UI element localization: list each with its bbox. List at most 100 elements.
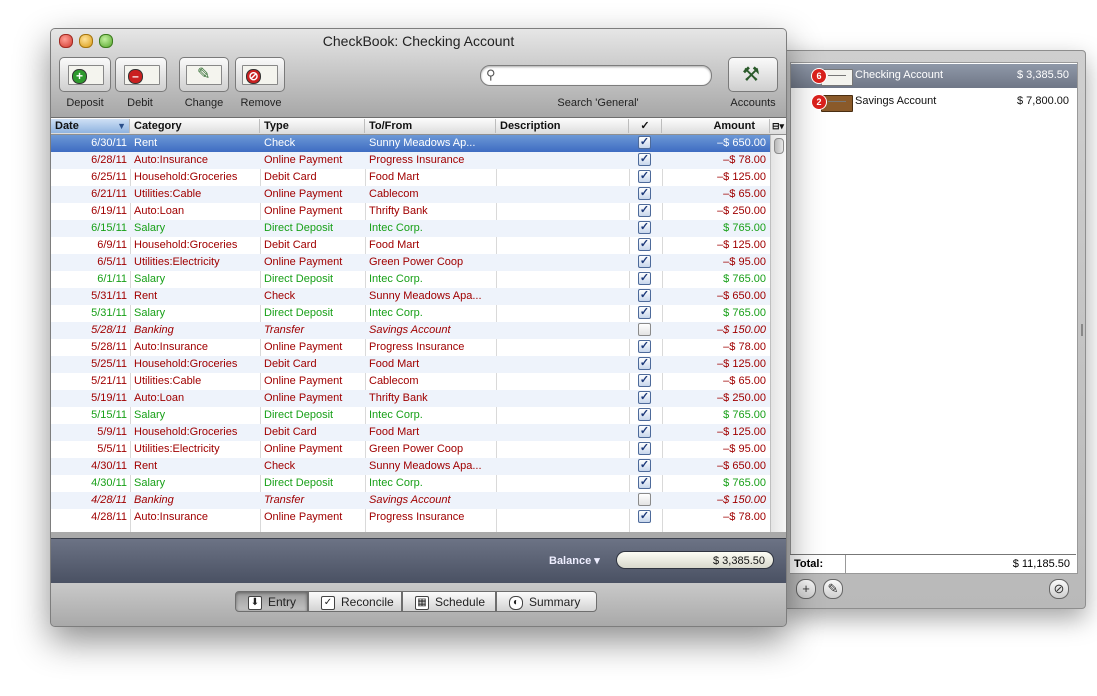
edit-account-button[interactable]: ✎ [823,579,843,599]
column-header-date[interactable]: Date ▼ [51,119,130,133]
cell-category: Auto:Insurance [134,511,208,523]
table-row[interactable]: 5/28/11 Auto:Insurance Online Payment Progr… [51,339,770,356]
balance-value: $ 3,385.50 [616,551,774,569]
cleared-checkbox[interactable]: ✓ [638,459,651,472]
cell-type: Online Payment [264,256,343,268]
table-row[interactable]: 5/15/11 Salary Direct Deposit Intec Corp. ✓ $… [51,407,770,424]
tab-reconcile[interactable]: ✓ Reconcile [308,591,402,612]
table-row[interactable]: 5/21/11 Utilities:Cable Online Payment Cabl… [51,373,770,390]
cleared-checkbox[interactable]: ✓ [638,340,651,353]
cell-description [501,511,625,526]
column-header-to-from[interactable]: To/From [365,119,496,133]
drawer-resize-handle[interactable] [1081,324,1083,336]
table-row[interactable]: 6/1/11 Salary Direct Deposit Intec Corp. ✓ $ … [51,271,770,288]
table-row[interactable]: 4/30/11 Rent Check Sunny Meadows Apa... ✓ –$ … [51,458,770,475]
tab-schedule[interactable]: ▦ Schedule [402,591,496,612]
search-field[interactable]: ⚲ [480,65,712,86]
cell-to-from: Green Power Coop [369,443,464,455]
cell-date: 6/9/11 [97,239,127,251]
tab-summary[interactable]: ◐ Summary [496,591,597,612]
cleared-checkbox[interactable]: ✓ [638,476,651,489]
add-account-button[interactable]: + [796,579,816,599]
cell-category: Banking [134,324,174,336]
cell-amount: –$ 650.00 [717,137,766,149]
column-options-icon[interactable]: ⊟▾ [770,119,786,133]
tab-entry[interactable]: ⬇ Entry [235,591,308,612]
table-row[interactable]: 6/5/11 Utilities:Electricity Online Paymen… [51,254,770,271]
cleared-checkbox[interactable]: ✓ [638,272,651,285]
cleared-checkbox[interactable]: ✓ [638,510,651,523]
cleared-checkbox[interactable]: ✓ [638,391,651,404]
delete-account-button[interactable]: ⊘ [1049,579,1069,599]
cell-to-from: Savings Account [369,324,451,336]
remove-button[interactable]: ⊘ [235,57,285,92]
deposit-button[interactable]: + [59,57,111,92]
cell-type: Direct Deposit [264,477,334,489]
cleared-checkbox[interactable]: ✓ [638,238,651,251]
vertical-scrollbar[interactable] [770,135,786,532]
table-row[interactable]: 5/31/11 Rent Check Sunny Meadows Apa... ✓ –$ … [51,288,770,305]
table-row[interactable]: 6/9/11 Household:Groceries Debit Card Food … [51,237,770,254]
cleared-checkbox[interactable]: ✓ [638,323,651,336]
cleared-checkbox[interactable]: ✓ [638,306,651,319]
table-row[interactable]: 5/5/11 Utilities:Electricity Online Paymen… [51,441,770,458]
accounts-button[interactable]: ⚒ [728,57,778,92]
table-row[interactable]: 4/30/11 Salary Direct Deposit Intec Corp. ✓ $… [51,475,770,492]
table-row[interactable]: 5/28/11 Banking Transfer Savings Account ✓ –$… [51,322,770,339]
table-row[interactable]: 5/25/11 Household:Groceries Debit Card Food… [51,356,770,373]
table-row[interactable]: 4/28/11 Auto:Insurance Online Payment Progr… [51,509,770,526]
account-row-checking[interactable]: 6 Checking Account $ 3,385.50 [791,64,1077,88]
cell-type: Debit Card [264,358,317,370]
table-row[interactable]: 5/31/11 Salary Direct Deposit Intec Corp. ✓ $… [51,305,770,322]
cleared-checkbox[interactable]: ✓ [638,442,651,455]
cleared-checkbox[interactable]: ✓ [638,374,651,387]
cleared-checkbox[interactable]: ✓ [638,289,651,302]
table-row[interactable]: 6/25/11 Household:Groceries Debit Card Food… [51,169,770,186]
column-header-label: To/From [369,120,413,132]
table-row[interactable]: 6/15/11 Salary Direct Deposit Intec Corp. ✓ $… [51,220,770,237]
cleared-checkbox[interactable]: ✓ [638,136,651,149]
accounts-drawer: 6 Checking Account $ 3,385.50 2 Savings … [783,50,1086,609]
total-label: Total: [794,558,824,570]
cleared-checkbox[interactable]: ✓ [638,357,651,370]
cell-amount: –$ 650.00 [717,460,766,472]
search-input[interactable] [505,68,707,84]
cleared-checkbox[interactable]: ✓ [638,408,651,421]
account-amount: $ 3,385.50 [1017,69,1069,81]
cell-description [501,171,625,186]
table-row[interactable]: 6/19/11 Auto:Loan Online Payment Thrifty Ba… [51,203,770,220]
cleared-checkbox[interactable]: ✓ [638,153,651,166]
column-header-cleared[interactable]: ✓ [629,119,662,133]
table-row[interactable]: 6/30/11 Rent Check Sunny Meadows Ap... ✓ –$ 6… [51,135,770,152]
debit-button[interactable]: – [115,57,167,92]
cleared-checkbox[interactable]: ✓ [638,221,651,234]
cleared-cell: ✓ [638,306,652,321]
cell-category: Salary [134,409,166,421]
column-header-type[interactable]: Type [260,119,365,133]
column-header-amount[interactable]: Amount [662,119,770,133]
cell-category: Utilities:Electricity [134,443,220,455]
table-row[interactable]: 4/28/11 Banking Transfer Savings Account ✓ –$… [51,492,770,509]
column-header-label: Description [500,120,561,132]
cell-type: Online Payment [264,205,343,217]
cleared-checkbox[interactable]: ✓ [638,493,651,506]
column-header-category[interactable]: Category [130,119,260,133]
cell-amount: –$ 250.00 [717,205,766,217]
cell-date: 5/21/11 [91,375,127,387]
table-row[interactable]: 5/19/11 Auto:Loan Online Payment Thrifty Ba… [51,390,770,407]
scrollbar-knob[interactable] [774,138,784,154]
cell-amount: –$ 78.00 [723,341,766,353]
table-row[interactable]: 6/28/11 Auto:Insurance Online Payment Progr… [51,152,770,169]
table-row[interactable]: 5/9/11 Household:Groceries Debit Card Food … [51,424,770,441]
table-row[interactable]: 6/21/11 Utilities:Cable Online Payment Cabl… [51,186,770,203]
balance-menu[interactable]: Balance ▾ [549,554,600,567]
cleared-checkbox[interactable]: ✓ [638,204,651,217]
change-button[interactable]: ✎ [179,57,229,92]
cleared-checkbox[interactable]: ✓ [638,170,651,183]
column-header-description[interactable]: Description [496,119,629,133]
account-row-savings[interactable]: 2 Savings Account $ 7,800.00 [791,90,1077,114]
cleared-checkbox[interactable]: ✓ [638,425,651,438]
cleared-checkbox[interactable]: ✓ [638,255,651,268]
cleared-checkbox[interactable]: ✓ [638,187,651,200]
tab-label: Schedule [435,595,486,609]
